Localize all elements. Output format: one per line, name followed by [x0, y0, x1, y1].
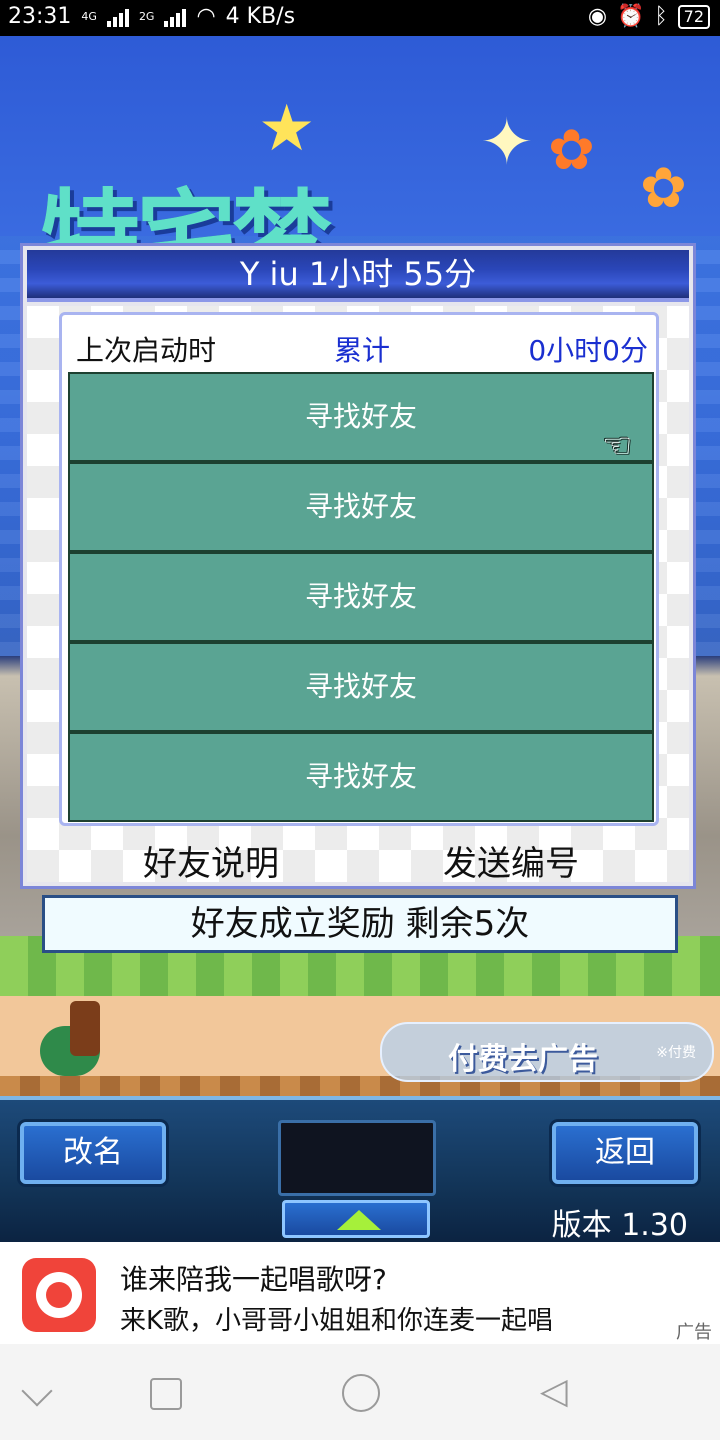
signal-icon	[106, 7, 129, 27]
total-label: 累计	[334, 334, 391, 367]
system-nav-bar: ◁	[0, 1344, 720, 1440]
last-start-label: 上次启动时	[76, 334, 217, 367]
network-label-1: 4G	[81, 10, 97, 23]
ad-subtitle: 来K歌，小哥哥小姐姐和你连麦一起唱	[120, 1306, 554, 1336]
send-id-button[interactable]: 发送编号	[443, 836, 579, 885]
find-friend-button-5[interactable]: 寻找好友	[68, 732, 654, 822]
sparkle-icon: ✦	[480, 106, 534, 180]
playtime-row: 上次启动时 累计 0小时0分	[76, 329, 648, 367]
status-time: 23:31	[8, 4, 72, 29]
pointer-hand-icon: ☜	[602, 426, 633, 466]
network-label-2: 2G	[138, 10, 155, 23]
flower-icon: ✿	[548, 118, 595, 183]
ad-title: 谁来陪我一起唱歌呀?	[120, 1263, 387, 1296]
expand-up-button[interactable]	[282, 1200, 430, 1238]
preview-screen	[278, 1120, 436, 1196]
find-friend-button-3[interactable]: 寻找好友	[68, 552, 654, 642]
friend-reward-bar: 好友成立奖励 剩余5次	[42, 895, 678, 953]
lock-icon: ◉	[587, 4, 608, 29]
back-button[interactable]: 返回	[552, 1122, 698, 1184]
find-friend-button-2[interactable]: 寻找好友	[68, 462, 654, 552]
remove-ads-button[interactable]: 付费去广告 ※付费	[380, 1022, 714, 1082]
network-speed: 4 KB/s	[225, 4, 296, 29]
ad-banner[interactable]: 谁来陪我一起唱歌呀? 来K歌，小哥哥小姐姐和你连麦一起唱 广告	[0, 1242, 720, 1344]
battery-icon: 72	[677, 4, 710, 29]
game-screen[interactable]: 特宅梦 ★ ✦ ✿ ✿ 付费去广告 ※付费 Y iu 1小时 55分 上次启动时…	[0, 36, 720, 1242]
back-triangle-icon[interactable]: ◁	[540, 1374, 568, 1410]
home-icon[interactable]	[342, 1374, 380, 1412]
total-value: 0小时0分	[528, 334, 648, 367]
bluetooth-icon: ᛒ	[654, 4, 668, 29]
ad-tag: 广告	[676, 1322, 712, 1343]
status-bar: 23:31 4G 2G ◠ 4 KB/s ◉ ⏰ ᛒ 72	[0, 0, 720, 36]
find-friend-button-4[interactable]: 寻找好友	[68, 642, 654, 732]
dialog-footer: 好友说明 发送编号	[27, 836, 689, 885]
friend-panel: 上次启动时 累计 0小时0分 寻找好友 寻找好友 寻找好友 寻找好友 寻找好友	[59, 312, 659, 826]
control-bar: 改名 返回 版本 1.30	[0, 1096, 720, 1242]
version-label: 版本 1.30	[551, 1208, 688, 1242]
remove-ads-tag: ※付费	[656, 1045, 696, 1061]
friend-dialog: Y iu 1小时 55分 上次启动时 累计 0小时0分 寻找好友 寻找好友 寻找…	[20, 243, 696, 889]
chevron-down-icon[interactable]	[21, 1375, 53, 1407]
dialog-title: Y iu 1小时 55分	[27, 250, 689, 302]
flower-icon-2: ✿	[640, 156, 687, 221]
star-icon: ★	[258, 92, 316, 166]
karaoke-app-icon	[22, 1258, 96, 1332]
wifi-icon: ◠	[196, 4, 216, 29]
friend-help-button[interactable]: 好友说明	[143, 836, 279, 885]
recent-apps-icon[interactable]	[150, 1378, 182, 1410]
find-friend-button-1[interactable]: 寻找好友	[68, 372, 654, 462]
rename-button[interactable]: 改名	[20, 1122, 166, 1184]
alarm-icon: ⏰	[617, 4, 645, 29]
character-sprite	[70, 1001, 100, 1056]
arrow-up-icon	[337, 1210, 381, 1230]
friend-list: 寻找好友 寻找好友 寻找好友 寻找好友 寻找好友	[68, 372, 654, 824]
signal-icon-2	[164, 7, 187, 27]
remove-ads-label: 付费去广告	[448, 1042, 598, 1077]
